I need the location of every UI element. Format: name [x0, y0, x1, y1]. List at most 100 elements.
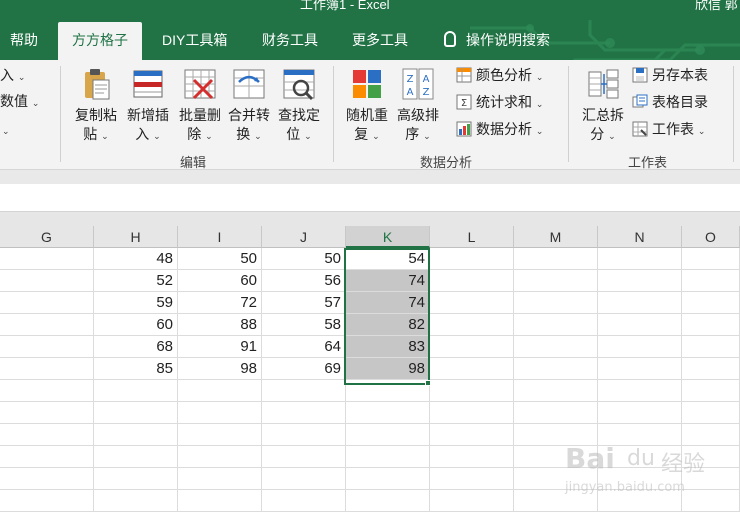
cell-k2[interactable]: 74	[346, 270, 430, 292]
cell-m10[interactable]	[514, 446, 598, 468]
cell-n12[interactable]	[598, 490, 682, 512]
cell-m3[interactable]	[514, 292, 598, 314]
cell-g9[interactable]	[0, 424, 94, 446]
cell-j5[interactable]: 64	[262, 336, 346, 358]
cell-m7[interactable]	[514, 380, 598, 402]
column-header-l[interactable]: L	[430, 226, 514, 248]
column-header-j[interactable]: J	[262, 226, 346, 248]
cell-j12[interactable]	[262, 490, 346, 512]
cell-h11[interactable]	[94, 468, 178, 490]
cell-j6[interactable]: 69	[262, 358, 346, 380]
cell-i3[interactable]: 72	[178, 292, 262, 314]
cell-m4[interactable]	[514, 314, 598, 336]
cell-o8[interactable]	[682, 402, 740, 424]
cell-g1[interactable]	[0, 248, 94, 270]
cell-m5[interactable]	[514, 336, 598, 358]
cell-i1[interactable]: 50	[178, 248, 262, 270]
cell-l6[interactable]	[430, 358, 514, 380]
cell-j2[interactable]: 56	[262, 270, 346, 292]
cell-k3[interactable]: 74	[346, 292, 430, 314]
cell-o12[interactable]	[682, 490, 740, 512]
cell-i12[interactable]	[178, 490, 262, 512]
cell-o6[interactable]	[682, 358, 740, 380]
cell-j10[interactable]	[262, 446, 346, 468]
cell-l11[interactable]	[430, 468, 514, 490]
cell-n3[interactable]	[598, 292, 682, 314]
cell-j8[interactable]	[262, 402, 346, 424]
cell-i8[interactable]	[178, 402, 262, 424]
data-analysis-button[interactable]: 数据分析 ⌄	[456, 118, 543, 140]
cell-h12[interactable]	[94, 490, 178, 512]
cell-k12[interactable]	[346, 490, 430, 512]
cell-o2[interactable]	[682, 270, 740, 292]
cell-n4[interactable]	[598, 314, 682, 336]
cell-l3[interactable]	[430, 292, 514, 314]
cell-g6[interactable]	[0, 358, 94, 380]
cell-l7[interactable]	[430, 380, 514, 402]
column-header-k[interactable]: K	[346, 226, 430, 248]
cell-g10[interactable]	[0, 446, 94, 468]
cell-o3[interactable]	[682, 292, 740, 314]
cell-i10[interactable]	[178, 446, 262, 468]
cell-n6[interactable]	[598, 358, 682, 380]
cell-j11[interactable]	[262, 468, 346, 490]
cell-o9[interactable]	[682, 424, 740, 446]
cell-m8[interactable]	[514, 402, 598, 424]
cell-g2[interactable]	[0, 270, 94, 292]
ribbon-partial-item-values[interactable]: 数值 ⌄	[0, 90, 39, 112]
cell-k6[interactable]: 98	[346, 358, 430, 380]
cell-k1[interactable]: 54	[346, 248, 430, 270]
tab-finance-tools[interactable]: 财务工具	[262, 20, 318, 60]
merge-convert-button[interactable]: 合并转 换 ⌄	[224, 66, 274, 146]
cell-k8[interactable]	[346, 402, 430, 424]
cell-n9[interactable]	[598, 424, 682, 446]
advanced-sort-button[interactable]: Z A A Z 高级排 序 ⌄	[392, 66, 444, 146]
column-header-g[interactable]: G	[0, 226, 94, 248]
cell-o5[interactable]	[682, 336, 740, 358]
batch-delete-button[interactable]: 批量删 除 ⌄	[174, 66, 226, 146]
random-repeat-button[interactable]: 随机重 复 ⌄	[342, 66, 392, 146]
column-header-i[interactable]: I	[178, 226, 262, 248]
cell-h3[interactable]: 59	[94, 292, 178, 314]
cell-g11[interactable]	[0, 468, 94, 490]
tab-help[interactable]: 帮助	[10, 20, 38, 60]
stat-sum-button[interactable]: Σ 统计求和 ⌄	[456, 91, 543, 113]
cell-k9[interactable]	[346, 424, 430, 446]
cell-m12[interactable]	[514, 490, 598, 512]
ribbon-partial-item-caret[interactable]: ⌄	[2, 118, 10, 140]
cell-i9[interactable]	[178, 424, 262, 446]
cell-h9[interactable]	[94, 424, 178, 446]
cell-i4[interactable]: 88	[178, 314, 262, 336]
cell-o1[interactable]	[682, 248, 740, 270]
cell-k4[interactable]: 82	[346, 314, 430, 336]
cell-g7[interactable]	[0, 380, 94, 402]
cell-g3[interactable]	[0, 292, 94, 314]
worksheet-button[interactable]: 工作表 ⌄	[632, 118, 705, 140]
cell-m9[interactable]	[514, 424, 598, 446]
fill-handle[interactable]	[425, 380, 431, 386]
cell-o10[interactable]	[682, 446, 740, 468]
cell-i5[interactable]: 91	[178, 336, 262, 358]
cell-m2[interactable]	[514, 270, 598, 292]
tab-diy-toolbox[interactable]: DIY工具箱	[162, 20, 227, 60]
cell-h1[interactable]: 48	[94, 248, 178, 270]
table-directory-button[interactable]: 表格目录	[632, 91, 708, 113]
summary-split-button[interactable]: 汇总拆 分 ⌄	[576, 66, 630, 146]
tab-fangfangezi[interactable]: 方方格子	[58, 22, 142, 60]
cell-l9[interactable]	[430, 424, 514, 446]
cell-j4[interactable]: 58	[262, 314, 346, 336]
cell-h4[interactable]: 60	[94, 314, 178, 336]
formula-bar[interactable]	[0, 184, 740, 212]
cell-j3[interactable]: 57	[262, 292, 346, 314]
column-header-o[interactable]: O	[682, 226, 740, 248]
cell-l5[interactable]	[430, 336, 514, 358]
cell-i6[interactable]: 98	[178, 358, 262, 380]
column-header-h[interactable]: H	[94, 226, 178, 248]
cell-h6[interactable]: 85	[94, 358, 178, 380]
save-this-sheet-button[interactable]: 另存本表	[632, 64, 708, 86]
cell-m1[interactable]	[514, 248, 598, 270]
cell-n11[interactable]	[598, 468, 682, 490]
cell-n10[interactable]	[598, 446, 682, 468]
cell-n2[interactable]	[598, 270, 682, 292]
cell-g4[interactable]	[0, 314, 94, 336]
